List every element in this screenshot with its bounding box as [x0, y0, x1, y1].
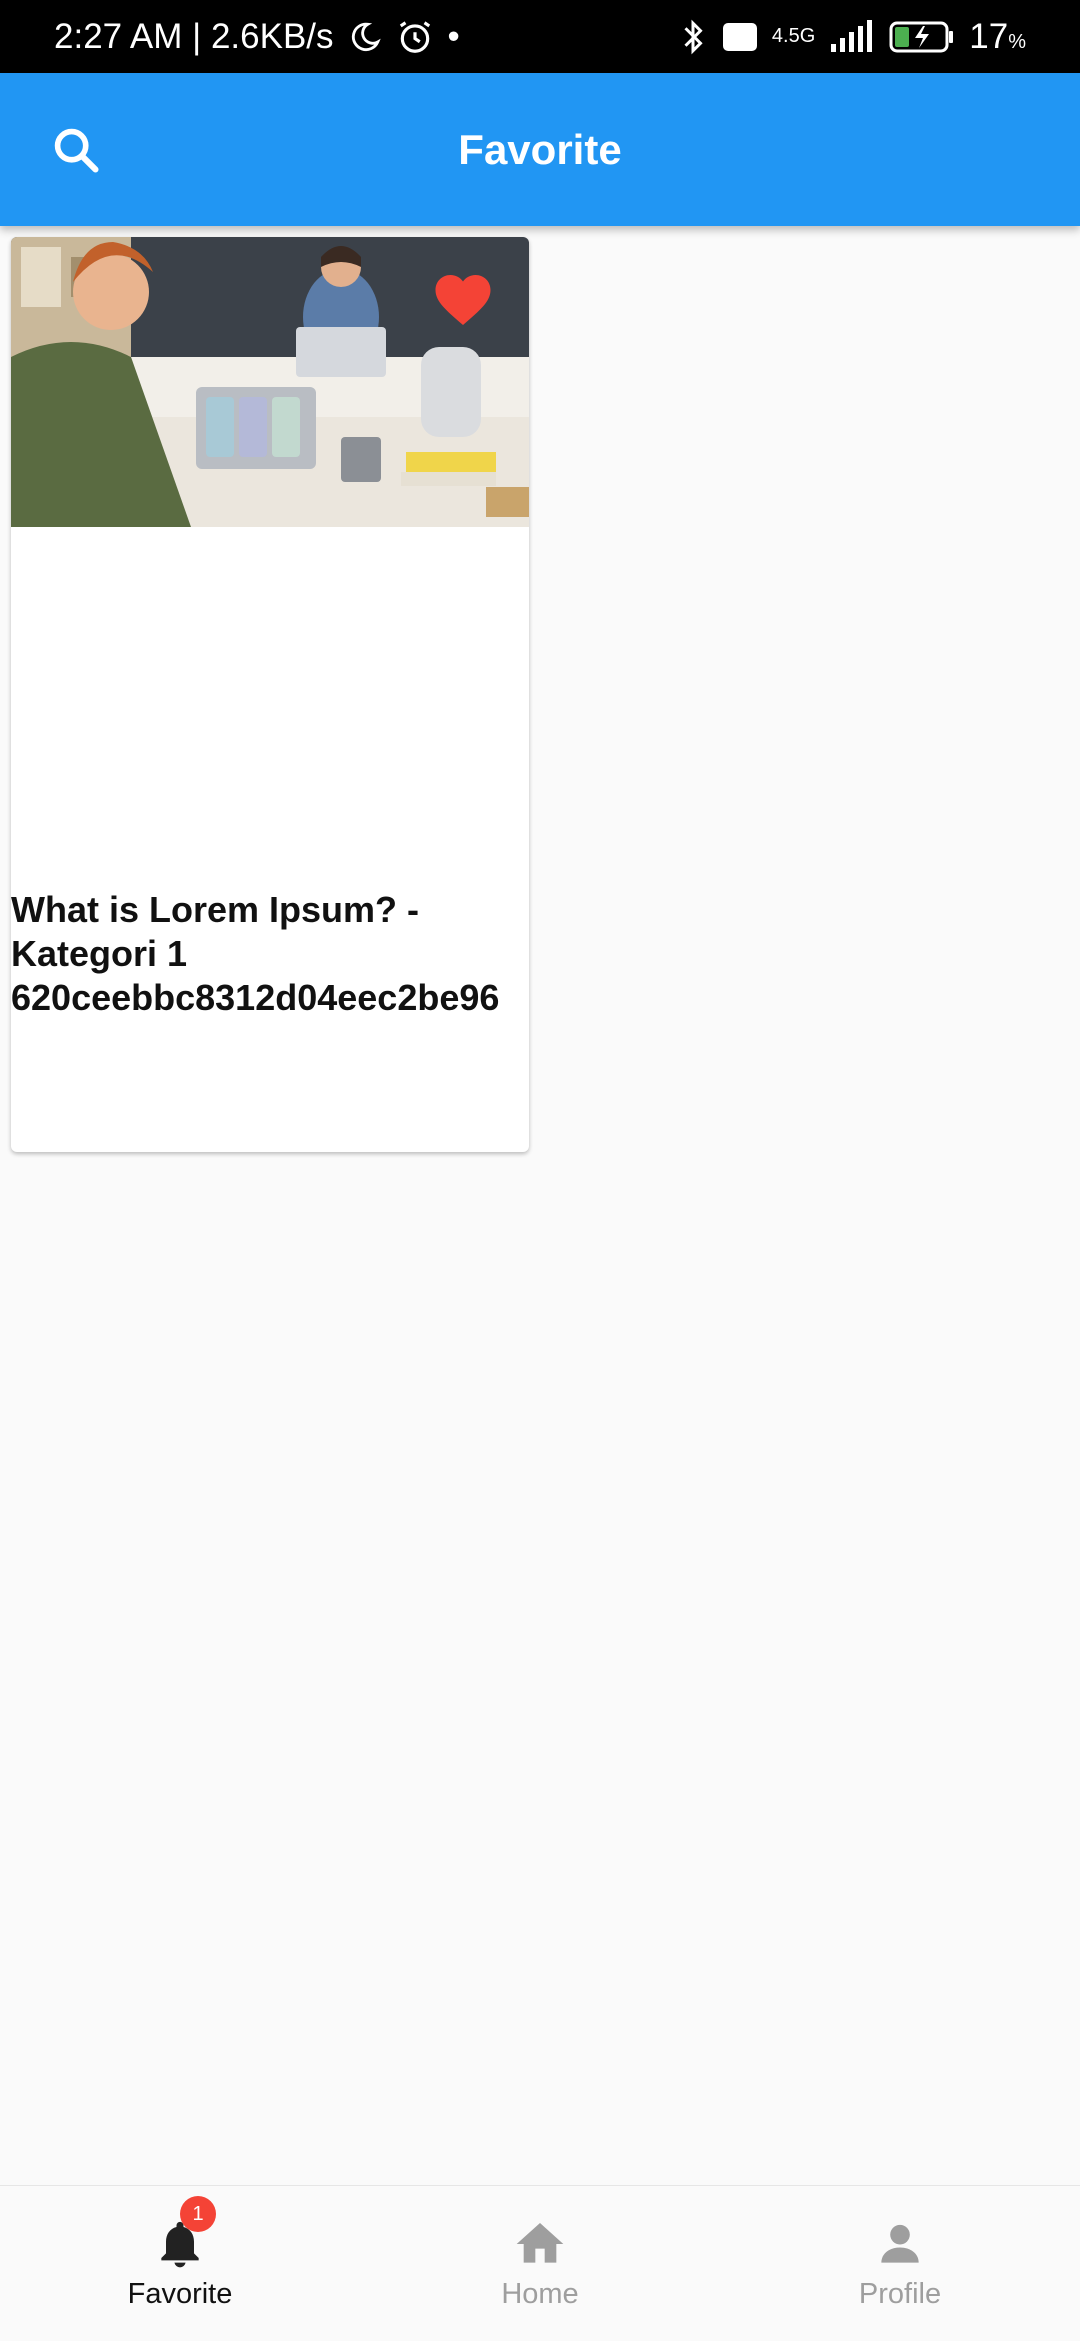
nav-label-home: Home: [501, 2278, 579, 2310]
volte-icon: [722, 22, 758, 52]
favorite-toggle-button[interactable]: [433, 272, 503, 336]
network-type-label: 4.5G: [771, 25, 816, 47]
status-left: 2:27 AM | 2.6KB/s •: [54, 17, 460, 57]
heart-icon: [435, 275, 491, 325]
nav-profile-icon-wrap: [872, 2216, 928, 2272]
signal-icon: [829, 19, 875, 54]
notification-badge: 1: [180, 2196, 216, 2232]
battery-percent: 17%: [969, 16, 1026, 56]
search-icon: [54, 128, 99, 173]
favorite-card[interactable]: What is Lorem Ipsum? - Kategori 1 620cee…: [11, 237, 529, 1152]
nav-item-favorite[interactable]: 1 Favorite: [0, 2186, 360, 2341]
app-bar: Favorite: [0, 73, 1080, 226]
page-title: Favorite: [458, 125, 622, 173]
status-time-speed: 2:27 AM | 2.6KB/s: [54, 16, 334, 56]
nav-item-profile[interactable]: Profile: [720, 2186, 1080, 2341]
search-button[interactable]: [46, 120, 106, 180]
nav-item-home[interactable]: Home: [360, 2186, 720, 2341]
alarm-icon: [396, 18, 434, 56]
status-right: 4.5G 17%: [678, 17, 1026, 57]
person-icon: [881, 2224, 919, 2263]
bottom-nav: 1 Favorite Home Profile: [0, 2185, 1080, 2341]
status-bar: 2:27 AM | 2.6KB/s • 4.5G 17%: [0, 0, 1080, 73]
status-dot: •: [447, 16, 460, 56]
nav-home-icon-wrap: [512, 2216, 568, 2272]
bluetooth-icon: [678, 18, 708, 56]
nav-favorite-icon-wrap: 1: [152, 2196, 216, 2272]
nav-label-favorite: Favorite: [127, 2278, 233, 2310]
nav-label-profile: Profile: [858, 2278, 942, 2310]
battery-charging-icon: [889, 20, 955, 54]
home-icon: [516, 2223, 564, 2263]
moon-icon: [348, 20, 382, 54]
card-image: [11, 237, 529, 527]
card-title: What is Lorem Ipsum? - Kategori 1 620cee…: [11, 889, 500, 1018]
